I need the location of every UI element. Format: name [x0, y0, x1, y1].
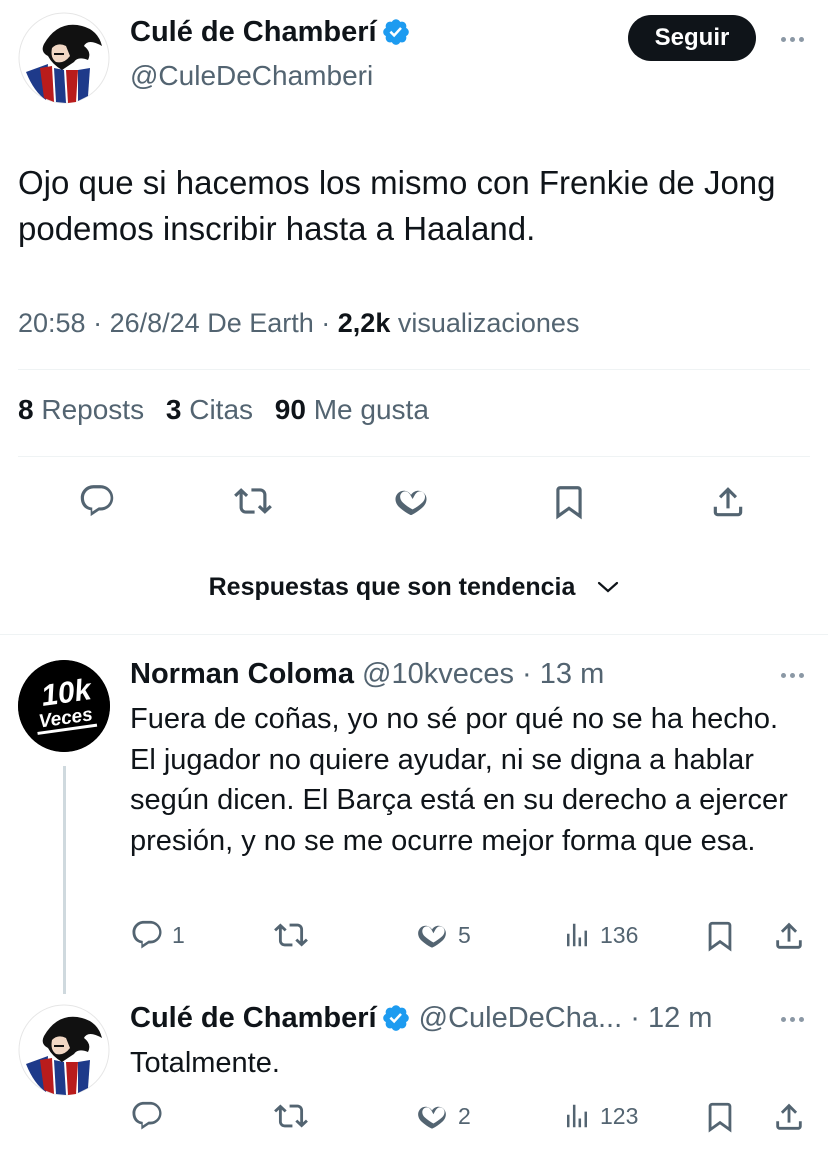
reply-icon — [132, 920, 162, 949]
repost-button[interactable] — [273, 918, 309, 952]
reply-avatar[interactable] — [18, 1004, 110, 1096]
views-count: 2,2k — [337, 308, 391, 338]
repost-icon — [274, 1104, 308, 1128]
share-icon — [713, 487, 743, 517]
bookmark-icon — [556, 486, 582, 520]
trending-replies-label: Respuestas que son tendencia — [208, 572, 576, 601]
reply-time[interactable]: 13 m — [540, 658, 604, 690]
reply-button[interactable] — [78, 482, 116, 520]
bookmark-button[interactable] — [703, 918, 737, 954]
author-name[interactable]: Culé de Chamberí — [130, 16, 377, 48]
verified-badge-icon — [381, 1003, 411, 1033]
bookmark-icon — [708, 1102, 732, 1133]
like-button[interactable] — [391, 482, 431, 520]
likes-count: 90 — [274, 394, 306, 425]
reply-header: Culé de Chamberí @CuleDeCha... · 12 m — [130, 1002, 713, 1034]
views-count: 136 — [600, 921, 639, 948]
like-button[interactable]: 5 — [414, 918, 471, 952]
views-label: visualizaciones — [397, 308, 580, 338]
tweet-meta: 20:58 · 26/8/24 De Earth · 2,2k visualiz… — [18, 308, 580, 338]
views-icon — [567, 1104, 587, 1128]
likes-label: Me gusta — [313, 394, 429, 425]
reply-handle[interactable]: @CuleDeCha... — [419, 1002, 623, 1034]
divider — [18, 456, 810, 457]
repost-button[interactable] — [273, 1099, 309, 1133]
like-icon — [395, 490, 427, 516]
repost-button[interactable] — [233, 482, 273, 520]
tweet-time[interactable]: 20:58 — [18, 308, 86, 338]
reposts-label: Reposts — [41, 394, 145, 425]
author-avatar[interactable] — [18, 12, 110, 104]
repost-icon — [274, 923, 308, 947]
like-count: 2 — [458, 1102, 471, 1129]
quotes-stat[interactable]: 3 Citas — [166, 394, 253, 425]
thread-connector — [63, 766, 66, 994]
tweet-text: Ojo que si hacemos los mismo con Frenkie… — [18, 164, 776, 247]
repost-icon — [234, 488, 272, 514]
like-icon — [418, 1106, 446, 1129]
reply-text: Fuera de coñas, yo no sé por qué no se h… — [130, 703, 788, 857]
reply-button[interactable]: 1 — [130, 918, 185, 952]
trending-replies-toggle[interactable]: Respuestas que son tendencia — [0, 570, 828, 604]
reply-count: 1 — [172, 921, 185, 948]
reply-icon — [80, 485, 114, 517]
more-icon[interactable] — [777, 32, 807, 46]
reply-author-name[interactable]: Culé de Chamberí — [130, 1002, 377, 1034]
share-icon — [776, 1103, 802, 1130]
follow-button[interactable]: Seguir — [628, 15, 756, 61]
bookmark-icon — [708, 921, 732, 952]
views-button[interactable]: 136 — [562, 918, 638, 952]
quotes-label: Citas — [189, 394, 254, 425]
share-icon — [776, 922, 802, 949]
like-button[interactable]: 2 — [414, 1099, 471, 1133]
bookmark-button[interactable] — [703, 1099, 737, 1135]
reply-time[interactable]: 12 m — [648, 1002, 712, 1034]
author-name-row: Culé de Chamberí — [130, 16, 411, 49]
reply-text: Totalmente. — [130, 1047, 280, 1079]
reply-handle[interactable]: @10kveces — [362, 658, 514, 690]
share-button[interactable] — [772, 918, 806, 954]
likes-stat[interactable]: 90 Me gusta — [275, 394, 429, 425]
reply-header: Norman Coloma @10kveces · 13 m — [130, 658, 605, 690]
bookmark-button[interactable] — [550, 482, 588, 522]
reply-author-name[interactable]: Norman Coloma — [130, 658, 354, 690]
reply-button[interactable] — [130, 1099, 164, 1133]
share-button[interactable] — [709, 482, 747, 522]
reposts-count: 8 — [18, 394, 34, 425]
chevron-down-icon — [598, 581, 619, 593]
more-icon[interactable] — [777, 1012, 807, 1026]
verified-badge-icon — [381, 17, 411, 47]
views-icon — [567, 923, 587, 947]
reposts-stat[interactable]: 8 Reposts — [18, 394, 144, 425]
more-icon[interactable] — [777, 668, 807, 682]
divider — [0, 634, 828, 635]
reply-avatar[interactable]: 10k Veces — [18, 660, 110, 752]
divider — [18, 369, 810, 370]
views-button[interactable]: 123 — [562, 1099, 638, 1133]
like-icon — [418, 925, 446, 948]
tweet-source: De Earth — [207, 308, 314, 338]
share-button[interactable] — [772, 1099, 806, 1135]
views-count: 123 — [600, 1102, 639, 1129]
quotes-count: 3 — [165, 394, 182, 425]
tweet-date[interactable]: 26/8/24 — [110, 308, 200, 338]
like-count: 5 — [458, 921, 471, 948]
reply-icon — [132, 1101, 162, 1130]
engagement-stats: 8 Reposts 3 Citas 90 Me gusta — [18, 394, 429, 426]
author-handle[interactable]: @CuleDeChamberi — [130, 60, 373, 92]
